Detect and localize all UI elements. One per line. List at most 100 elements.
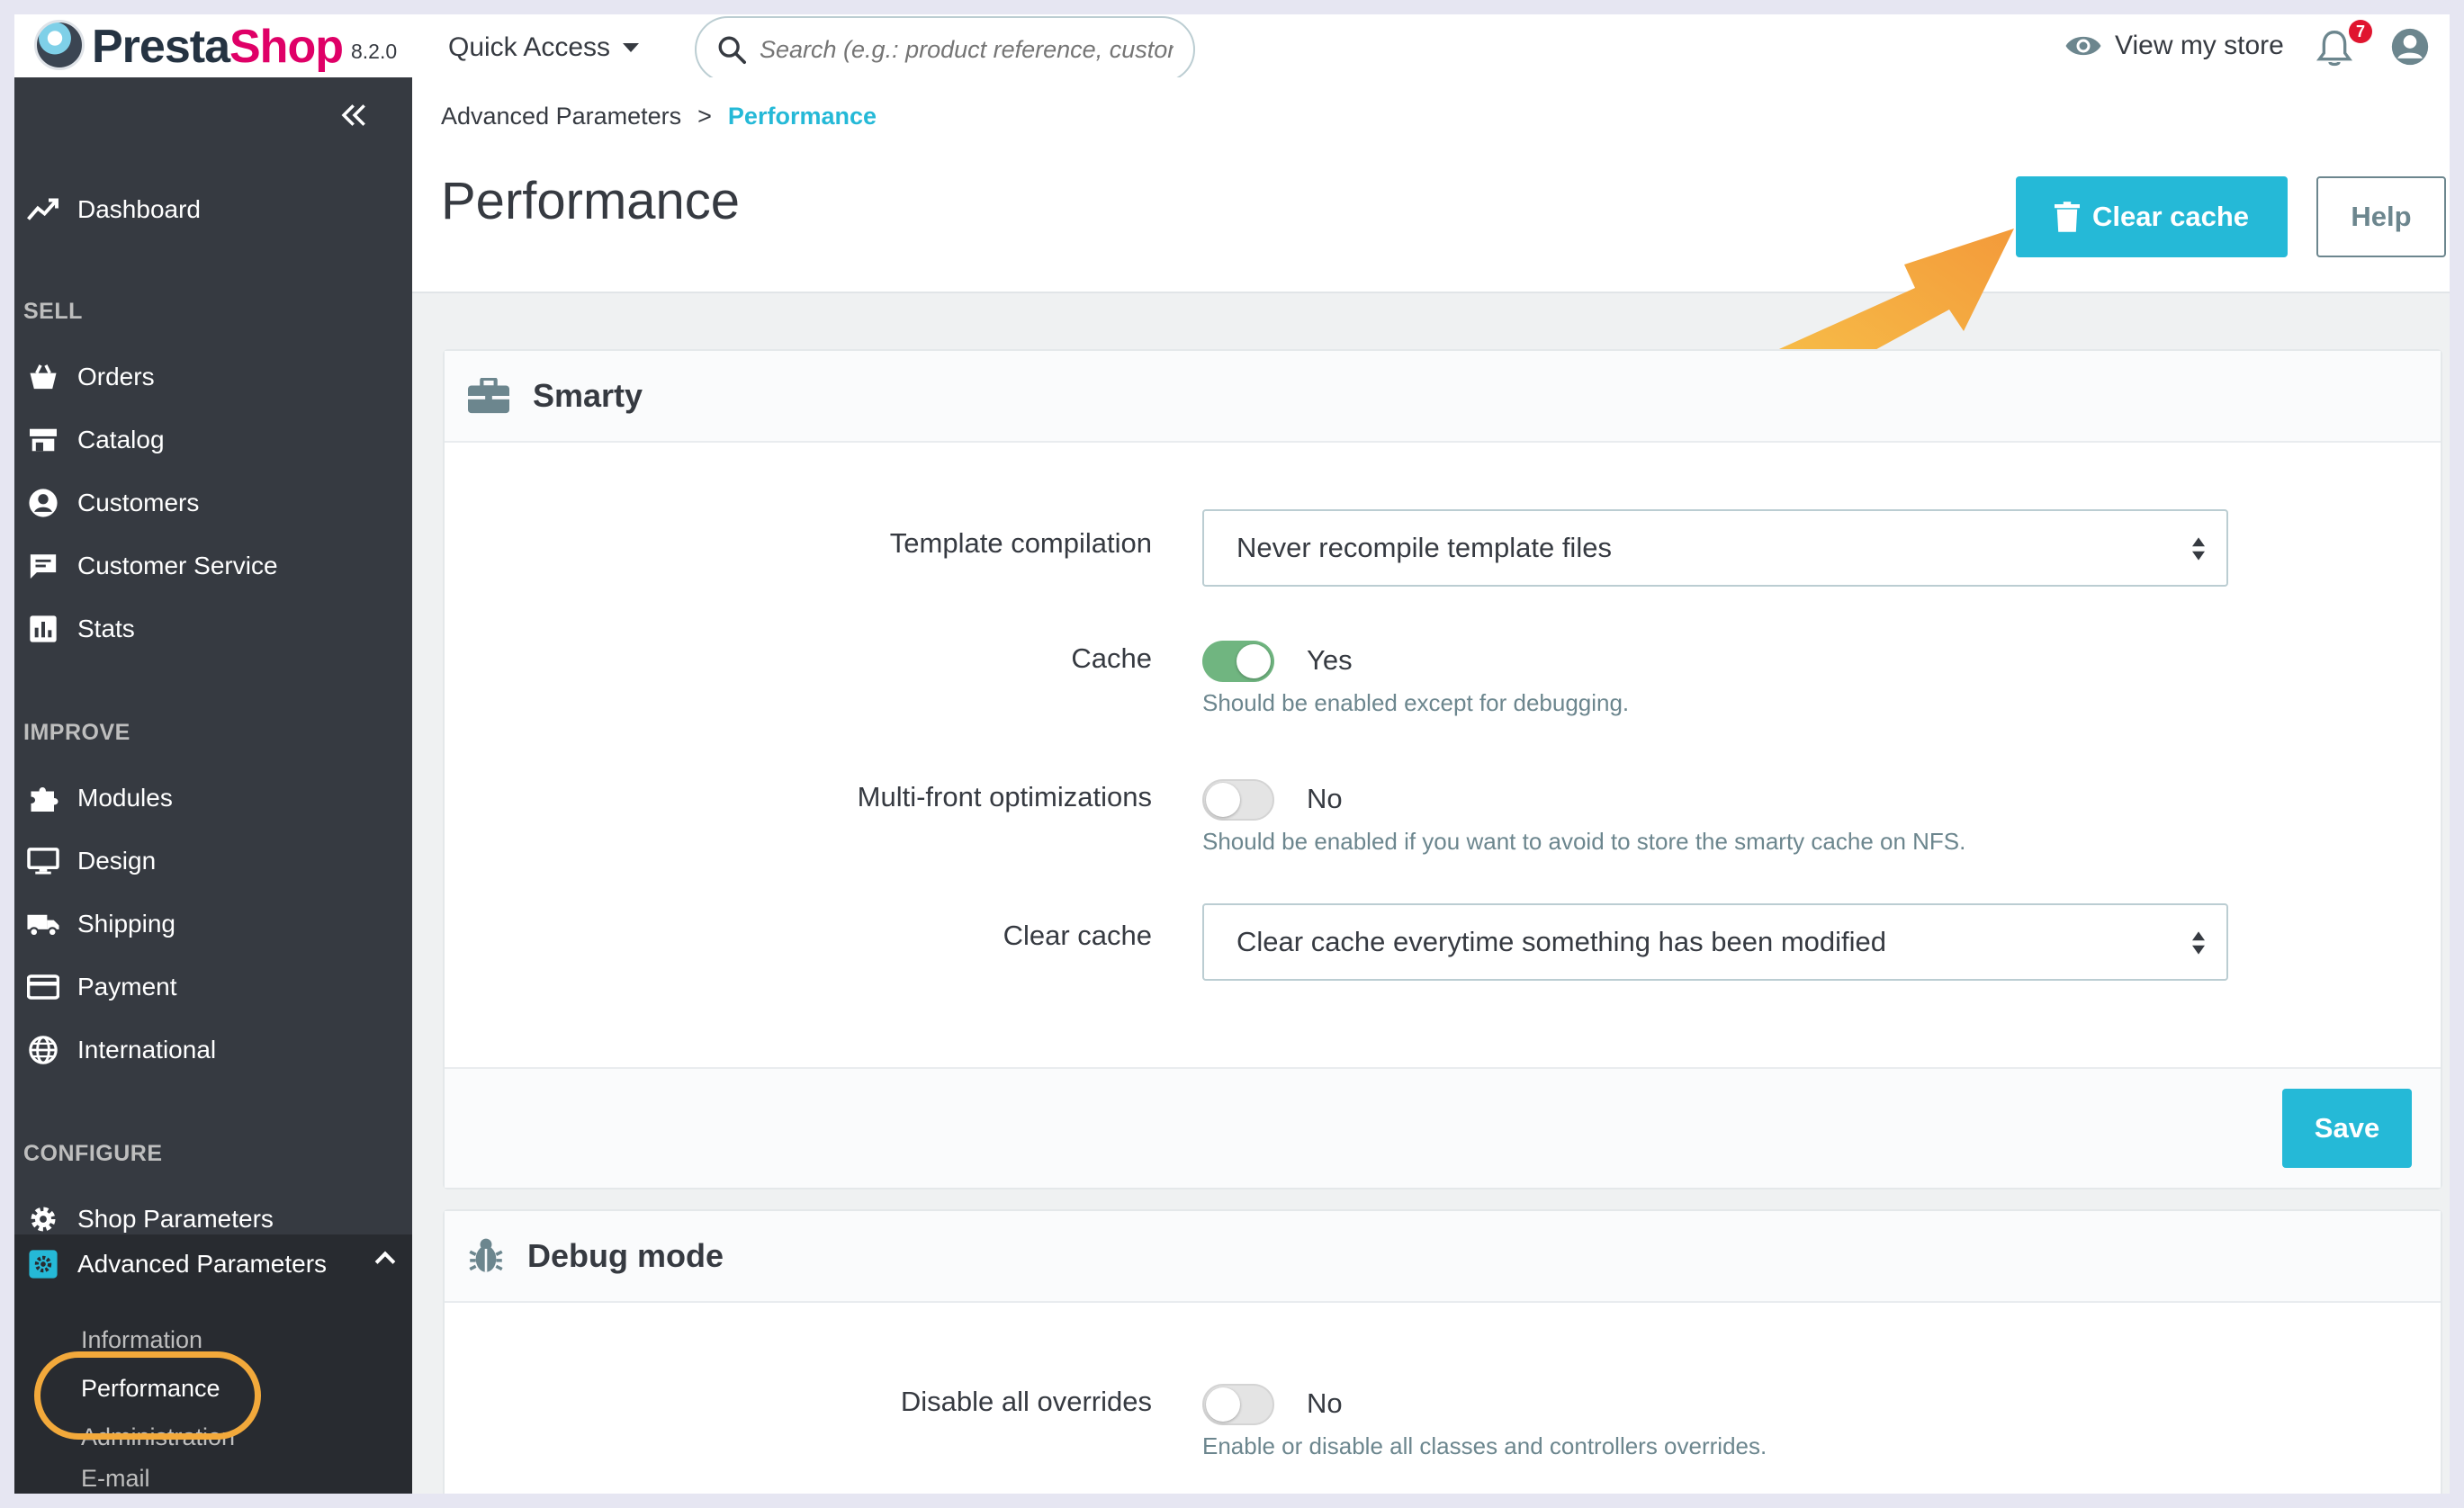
sidebar-item-payment[interactable]: Payment — [14, 957, 412, 1017]
page-title: Performance — [441, 172, 741, 230]
sidebar-item-label: Design — [77, 847, 157, 875]
multifront-help-text: Should be enabled if you want to avoid t… — [1202, 828, 1966, 855]
sidebar-item-label: Customers — [77, 489, 200, 516]
template-compilation-value: Never recompile template files — [1236, 532, 1612, 563]
toggle-knob — [1206, 1387, 1240, 1422]
brand-name[interactable]: PrestaShop — [92, 20, 344, 74]
puzzle-icon — [25, 780, 61, 816]
globe-icon — [25, 1032, 61, 1068]
quick-access-dropdown[interactable]: Quick Access — [448, 32, 640, 63]
brand-name-accent: Shop — [229, 21, 344, 73]
breadcrumb-separator: > — [697, 103, 712, 130]
select-arrows-icon — [2192, 931, 2205, 955]
basket-icon — [25, 359, 61, 395]
clear-cache-value: Clear cache everytime something has been… — [1236, 926, 1886, 957]
disable-overrides-toggle[interactable] — [1202, 1384, 1274, 1425]
sidebar-item-design[interactable]: Design — [14, 831, 412, 891]
monitor-icon — [25, 843, 61, 879]
template-compilation-select[interactable]: Never recompile template files — [1202, 509, 2228, 587]
sidebar-section-improve: IMPROVE — [23, 720, 130, 745]
sidebar-section-sell: SELL — [23, 299, 83, 324]
sidebar-subitem-email[interactable]: E-mail — [81, 1465, 150, 1493]
debug-card-header: Debug mode — [445, 1211, 2441, 1303]
breadcrumb-current[interactable]: Performance — [728, 103, 877, 130]
cache-label: Cache — [1071, 642, 1152, 674]
sidebar-subitem-information[interactable]: Information — [81, 1326, 202, 1354]
account-icon — [2391, 28, 2429, 66]
cache-toggle-value: Yes — [1307, 644, 1353, 676]
sidebar-item-catalog[interactable]: Catalog — [14, 410, 412, 470]
smarty-card-header: Smarty — [445, 351, 2441, 443]
sidebar-item-international[interactable]: International — [14, 1020, 412, 1080]
notifications-badge: 7 — [2349, 20, 2372, 43]
chat-icon — [25, 548, 61, 584]
sidebar-item-customers[interactable]: Customers — [14, 473, 412, 533]
sidebar-item-label: Payment — [77, 973, 177, 1001]
sidebar-item-label: Shipping — [77, 910, 175, 938]
breadcrumb-parent[interactable]: Advanced Parameters — [441, 103, 681, 130]
sidebar-item-label: Modules — [77, 784, 173, 812]
bar-chart-icon — [25, 611, 61, 647]
sidebar-section-configure: CONFIGURE — [23, 1141, 163, 1166]
chevron-up-icon — [374, 1251, 396, 1272]
save-button[interactable]: Save — [2282, 1089, 2412, 1168]
eye-icon — [2065, 36, 2101, 56]
clear-cache-label: Clear cache — [1003, 920, 1152, 951]
cache-help-text: Should be enabled except for debugging. — [1202, 689, 1630, 716]
sidebar-item-label: Dashboard — [77, 195, 201, 223]
version-label: 8.2.0 — [351, 40, 398, 63]
view-store-link[interactable]: View my store — [2064, 31, 2284, 61]
store-icon — [25, 422, 61, 458]
breadcrumb: Advanced Parameters > Performance — [441, 103, 877, 130]
sidebar-item-label: Advanced Parameters — [77, 1250, 328, 1278]
sidebar-item-advanced-parameters[interactable]: Advanced Parameters — [14, 1234, 412, 1294]
app-frame: PrestaShop 8.2.0 Quick Access View my st… — [14, 14, 2450, 1494]
page-header: Advanced Parameters > Performance Perfor… — [412, 77, 2450, 293]
cache-toggle[interactable] — [1202, 641, 1274, 682]
sidebar-item-label: Shop Parameters — [77, 1205, 274, 1233]
collapse-sidebar-button[interactable] — [340, 103, 369, 132]
select-arrows-icon — [2192, 537, 2205, 561]
bug-icon — [468, 1237, 504, 1275]
bell-icon — [2316, 30, 2352, 67]
multifront-label: Multi-front optimizations — [857, 781, 1152, 812]
clear-cache-button-label: Clear cache — [2091, 201, 2250, 232]
smarty-card: Smarty Template compilation Never recomp… — [443, 349, 2442, 1189]
smarty-card-footer: Save — [445, 1067, 2441, 1188]
sidebar-item-orders[interactable]: Orders — [14, 347, 412, 407]
sidebar-item-stats[interactable]: Stats — [14, 599, 412, 659]
double-chevron-left-icon — [341, 104, 365, 126]
search-icon — [718, 36, 747, 65]
credit-card-icon — [25, 969, 61, 1005]
sidebar-item-shipping[interactable]: Shipping — [14, 894, 412, 954]
user-circle-icon — [25, 485, 61, 521]
multifront-toggle-value: No — [1307, 783, 1343, 814]
help-button[interactable]: Help — [2316, 176, 2446, 257]
chevron-down-icon — [623, 43, 640, 52]
trending-up-icon — [25, 192, 61, 228]
sidebar-item-modules[interactable]: Modules — [14, 768, 412, 828]
multifront-toggle[interactable] — [1202, 779, 1274, 821]
debug-card-title: Debug mode — [527, 1237, 724, 1274]
sidebar-item-label: International — [77, 1036, 217, 1064]
sidebar-item-label: Customer Service — [77, 552, 278, 579]
toggle-knob — [1206, 783, 1240, 817]
top-header: PrestaShop 8.2.0 Quick Access View my st… — [14, 14, 2450, 83]
view-store-label: View my store — [2115, 31, 2284, 60]
highlight-ring-annotation — [34, 1351, 261, 1440]
toggle-knob — [1236, 644, 1271, 678]
clear-cache-button[interactable]: Clear cache — [2016, 176, 2288, 257]
sidebar-item-customer-service[interactable]: Customer Service — [14, 536, 412, 596]
logo-icon[interactable] — [34, 20, 85, 70]
smarty-card-title: Smarty — [533, 377, 643, 414]
sidebar-item-label: Catalog — [77, 426, 165, 453]
search-bar[interactable] — [695, 16, 1195, 83]
sidebar-item-dashboard[interactable]: Dashboard — [14, 180, 412, 239]
briefcase-icon — [468, 378, 509, 414]
debug-card: Debug mode Disable all overrides No Enab… — [443, 1209, 2442, 1494]
notifications-button[interactable] — [2316, 29, 2352, 73]
sidebar: Dashboard SELL Orders Catalog Customers … — [14, 77, 412, 1494]
search-input[interactable] — [760, 35, 1174, 64]
account-button[interactable] — [2390, 27, 2430, 71]
clear-cache-select[interactable]: Clear cache everytime something has been… — [1202, 903, 2228, 981]
